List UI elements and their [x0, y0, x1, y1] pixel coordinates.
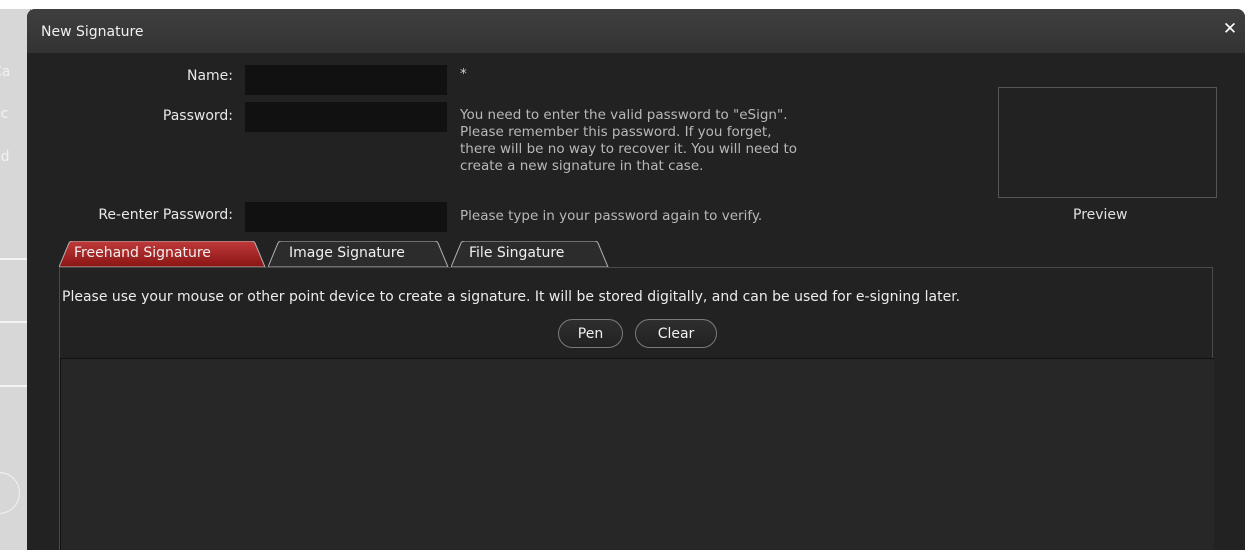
tab-label: Freehand Signature [74, 245, 211, 261]
signature-preview-box [998, 87, 1217, 198]
background-divider [0, 385, 30, 387]
dialog-titlebar[interactable]: New Signature ✕ [27, 9, 1245, 53]
signature-drawing-canvas[interactable] [60, 358, 1214, 550]
background-circle-button [0, 472, 20, 514]
reenter-password-label: Re-enter Password: [98, 207, 233, 223]
reenter-password-hint: Please type in your password again to ve… [460, 208, 763, 224]
freehand-instructions: Please use your mouse or other point dev… [62, 289, 961, 305]
background-divider [0, 258, 30, 260]
tab-file-signature[interactable]: File Singature [451, 241, 616, 268]
new-signature-dialog: New Signature ✕ Name: * Password: You ne… [27, 9, 1245, 550]
tab-freehand-signature[interactable]: Freehand Signature [59, 241, 269, 268]
background-text-fragment: Ca [0, 64, 11, 80]
pen-button[interactable]: Pen [558, 319, 623, 348]
password-hint-line: Please remember this password. If you fo… [460, 124, 772, 140]
tab-image-signature[interactable]: Image Signature [268, 241, 453, 268]
background-text-fragment: ec [0, 106, 9, 122]
tab-label: Image Signature [289, 245, 405, 261]
background-divider [0, 321, 30, 323]
close-icon[interactable]: ✕ [1221, 20, 1239, 38]
password-field[interactable] [245, 102, 447, 132]
password-hint-line: create a new signature in that case. [460, 158, 704, 174]
dialog-title: New Signature [41, 24, 144, 40]
preview-label: Preview [1073, 207, 1128, 223]
top-strip [0, 0, 1245, 9]
name-field[interactable] [245, 65, 447, 95]
password-hint-line: You need to enter the valid password to … [460, 107, 788, 123]
background-text-fragment: ed [0, 149, 10, 165]
clear-button[interactable]: Clear [635, 319, 717, 348]
password-hint-line: there will be no way to recover it. You … [460, 141, 798, 157]
name-label: Name: [186, 68, 233, 84]
password-hint: You need to enter the valid password to … [460, 107, 797, 175]
password-label: Password: [162, 108, 233, 124]
reenter-password-field[interactable] [245, 202, 447, 232]
tab-label: File Singature [469, 245, 565, 261]
required-marker: * [460, 66, 467, 82]
